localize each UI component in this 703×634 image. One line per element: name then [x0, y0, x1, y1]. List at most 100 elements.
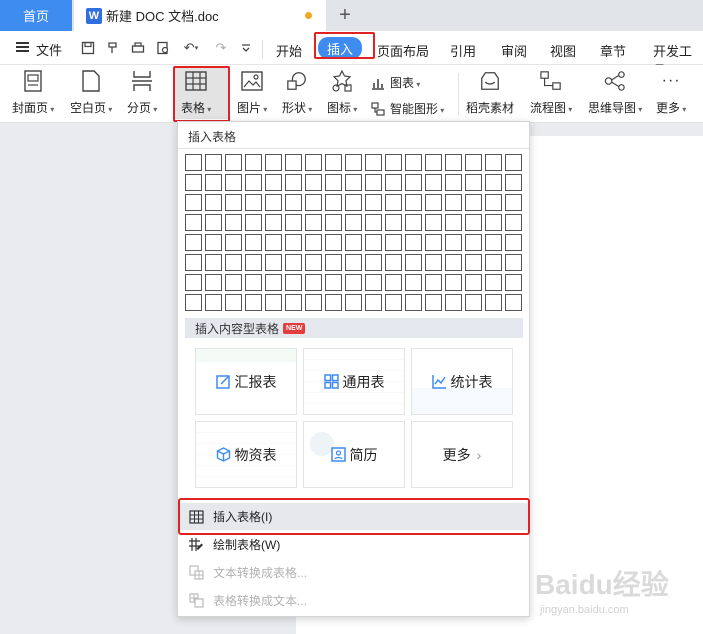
grid-cell[interactable]: [445, 214, 462, 231]
supplies-table-card[interactable]: 物资表: [195, 421, 297, 488]
grid-cell[interactable]: [265, 234, 282, 251]
grid-cell[interactable]: [205, 214, 222, 231]
page-break-button[interactable]: 分页: [127, 69, 157, 116]
grid-cell[interactable]: [285, 214, 302, 231]
grid-cell[interactable]: [305, 254, 322, 271]
grid-cell[interactable]: [385, 294, 402, 311]
grid-cell[interactable]: [445, 194, 462, 211]
add-tab-button[interactable]: +: [334, 2, 356, 28]
mindmap-button[interactable]: 思维导图: [588, 69, 642, 116]
grid-cell[interactable]: [185, 254, 202, 271]
grid-cell[interactable]: [345, 194, 362, 211]
grid-cell[interactable]: [505, 254, 522, 271]
grid-cell[interactable]: [365, 274, 382, 291]
tab-start[interactable]: 开始: [276, 41, 302, 60]
grid-cell[interactable]: [285, 274, 302, 291]
grid-cell[interactable]: [505, 294, 522, 311]
grid-cell[interactable]: [325, 194, 342, 211]
text-to-table-menu-item[interactable]: 文本转换成表格...: [179, 559, 530, 586]
grid-cell[interactable]: [185, 154, 202, 171]
tab-review[interactable]: 审阅: [501, 41, 527, 60]
tab-view[interactable]: 视图: [550, 41, 576, 60]
grid-cell[interactable]: [345, 254, 362, 271]
redo-icon[interactable]: ↷: [213, 39, 229, 57]
grid-cell[interactable]: [185, 174, 202, 191]
grid-cell[interactable]: [205, 234, 222, 251]
grid-cell[interactable]: [365, 154, 382, 171]
more-button[interactable]: ··· 更多: [656, 69, 686, 116]
tab-chapter[interactable]: 章节: [600, 41, 626, 60]
grid-cell[interactable]: [445, 234, 462, 251]
grid-cell[interactable]: [465, 214, 482, 231]
grid-cell[interactable]: [445, 174, 462, 191]
grid-cell[interactable]: [265, 194, 282, 211]
file-menu[interactable]: 文件: [36, 40, 62, 59]
grid-cell[interactable]: [185, 294, 202, 311]
grid-cell[interactable]: [285, 254, 302, 271]
grid-cell[interactable]: [505, 274, 522, 291]
grid-cell[interactable]: [385, 214, 402, 231]
grid-cell[interactable]: [245, 254, 262, 271]
grid-cell[interactable]: [305, 194, 322, 211]
grid-cell[interactable]: [425, 154, 442, 171]
grid-cell[interactable]: [385, 254, 402, 271]
grid-cell[interactable]: [365, 294, 382, 311]
grid-cell[interactable]: [385, 174, 402, 191]
grid-cell[interactable]: [385, 274, 402, 291]
grid-cell[interactable]: [465, 254, 482, 271]
grid-cell[interactable]: [345, 294, 362, 311]
grid-cell[interactable]: [365, 194, 382, 211]
grid-cell[interactable]: [365, 234, 382, 251]
grid-cell[interactable]: [485, 154, 502, 171]
grid-cell[interactable]: [265, 294, 282, 311]
undo-icon[interactable]: ↶ ▾: [180, 39, 202, 57]
flowchart-button[interactable]: 流程图: [530, 69, 572, 116]
daoke-material-button[interactable]: 稻壳素材: [466, 69, 514, 116]
grid-cell[interactable]: [205, 154, 222, 171]
cover-page-button[interactable]: 封面页: [12, 69, 54, 116]
tab-references[interactable]: 引用: [450, 41, 476, 60]
grid-cell[interactable]: [465, 234, 482, 251]
grid-cell[interactable]: [225, 174, 242, 191]
grid-cell[interactable]: [445, 274, 462, 291]
grid-cell[interactable]: [265, 274, 282, 291]
grid-cell[interactable]: [465, 174, 482, 191]
grid-cell[interactable]: [205, 254, 222, 271]
grid-cell[interactable]: [485, 234, 502, 251]
grid-cell[interactable]: [285, 194, 302, 211]
grid-cell[interactable]: [485, 254, 502, 271]
grid-cell[interactable]: [245, 194, 262, 211]
grid-cell[interactable]: [485, 294, 502, 311]
print-preview-icon[interactable]: [155, 39, 171, 57]
save-icon[interactable]: [80, 39, 96, 57]
grid-cell[interactable]: [405, 174, 422, 191]
grid-cell[interactable]: [245, 214, 262, 231]
grid-cell[interactable]: [205, 174, 222, 191]
grid-cell[interactable]: [225, 274, 242, 291]
grid-cell[interactable]: [225, 194, 242, 211]
grid-cell[interactable]: [465, 274, 482, 291]
grid-cell[interactable]: [365, 214, 382, 231]
grid-cell[interactable]: [385, 154, 402, 171]
grid-cell[interactable]: [345, 174, 362, 191]
grid-cell[interactable]: [245, 294, 262, 311]
grid-cell[interactable]: [405, 274, 422, 291]
grid-cell[interactable]: [325, 274, 342, 291]
grid-cell[interactable]: [405, 254, 422, 271]
customize-toolbar-icon[interactable]: [238, 39, 254, 57]
statistics-table-card[interactable]: 统计表: [411, 348, 513, 415]
grid-cell[interactable]: [265, 254, 282, 271]
grid-cell[interactable]: [205, 274, 222, 291]
grid-cell[interactable]: [265, 174, 282, 191]
grid-cell[interactable]: [325, 254, 342, 271]
grid-cell[interactable]: [285, 234, 302, 251]
smartart-button[interactable]: 智能图形: [371, 100, 444, 117]
tab-home[interactable]: 首页: [0, 0, 72, 31]
more-templates-card[interactable]: 更多 ›: [411, 421, 513, 488]
grid-cell[interactable]: [225, 294, 242, 311]
grid-cell[interactable]: [245, 274, 262, 291]
grid-cell[interactable]: [425, 234, 442, 251]
print-icon[interactable]: [130, 39, 146, 57]
grid-cell[interactable]: [185, 194, 202, 211]
grid-cell[interactable]: [225, 254, 242, 271]
